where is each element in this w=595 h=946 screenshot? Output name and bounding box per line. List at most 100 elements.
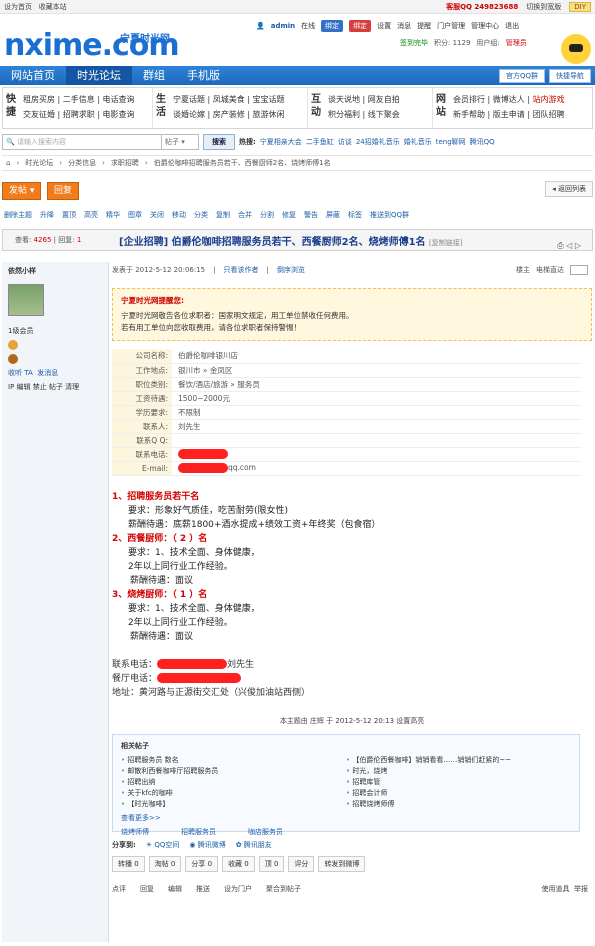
- mod-merge[interactable]: 合并: [238, 210, 252, 220]
- reminders-link[interactable]: 提醒: [417, 21, 431, 31]
- comment-link[interactable]: 点评: [112, 884, 126, 894]
- related-link[interactable]: 时光，烧烤: [346, 766, 571, 777]
- bind-weibo-button[interactable]: 绑定: [349, 20, 372, 32]
- reply-button[interactable]: 回复: [46, 181, 79, 200]
- related-link[interactable]: 【伯爵伦西餐咖啡】销销看看……销销们赶紧的~~: [346, 755, 571, 766]
- tag-link[interactable]: 招聘服务员: [181, 827, 216, 837]
- qq-group-button[interactable]: 官方QQ群: [498, 69, 545, 83]
- home-icon[interactable]: ⌂: [6, 159, 10, 167]
- diy-button[interactable]: DIY: [569, 1, 591, 12]
- prev-icon[interactable]: ◁: [566, 241, 572, 250]
- crumb-jobs[interactable]: 求职招聘: [111, 158, 139, 168]
- username-link[interactable]: admin: [271, 22, 295, 30]
- quick-row[interactable]: 谈婚论嫁 | 房产装修 | 旅游休闲: [173, 107, 285, 122]
- mod-push-qq[interactable]: 推送到QQ群: [370, 210, 409, 220]
- favorite-button[interactable]: 收藏 0: [222, 855, 255, 872]
- quick-row[interactable]: 交友征婚 | 招聘求职 | 电影查询: [23, 107, 135, 122]
- tag-link[interactable]: 烧烤师傅: [121, 827, 149, 837]
- switch-style-link[interactable]: 切换到宽版: [526, 2, 561, 12]
- share-tweibo[interactable]: ◉ 腾讯微博: [189, 840, 225, 850]
- related-link[interactable]: 招聘库管: [346, 777, 571, 788]
- quick-row[interactable]: 积分福利 | 线下聚会: [328, 107, 400, 122]
- mod-move[interactable]: 移动: [172, 210, 186, 220]
- mod-warn[interactable]: 警告: [304, 210, 318, 220]
- rate-button[interactable]: 评分: [288, 855, 315, 872]
- mod-copy[interactable]: 复制: [216, 210, 230, 220]
- hot-search-link[interactable]: 腾讯QQ: [470, 137, 495, 147]
- mod-highlight[interactable]: 高亮: [84, 210, 98, 220]
- mod-repair[interactable]: 修复: [282, 210, 296, 220]
- upvote-button[interactable]: 顶 0: [258, 855, 285, 872]
- new-post-button[interactable]: 发帖 ▾: [2, 181, 42, 200]
- crumb-forum[interactable]: 时光论坛: [25, 158, 53, 168]
- nav-home[interactable]: 网站首页: [0, 66, 66, 85]
- mod-delete[interactable]: 删除主题: [4, 210, 32, 220]
- reverse-order-link[interactable]: 倒序浏览: [277, 265, 305, 275]
- follow-link[interactable]: 收听 TA: [8, 369, 33, 377]
- admin-actions[interactable]: IP 编辑 禁止 帖子 清理: [8, 382, 102, 392]
- related-link[interactable]: 招聘烧烤师傅: [346, 799, 571, 810]
- mod-close[interactable]: 关闭: [150, 210, 164, 220]
- mod-tag[interactable]: 标签: [348, 210, 362, 220]
- portal-admin-link[interactable]: 门户管理: [437, 21, 465, 31]
- share-qzone[interactable]: ☀ QQ空间: [146, 840, 180, 850]
- avatar[interactable]: [8, 284, 44, 316]
- related-link[interactable]: 关于kfc的咖啡: [121, 788, 346, 799]
- quick-row[interactable]: 租房买房 | 二手信息 | 电话查询: [23, 92, 135, 107]
- settings-link[interactable]: 设置: [377, 21, 391, 31]
- next-icon[interactable]: ▷: [575, 241, 581, 250]
- mod-sticky[interactable]: 置顶: [62, 210, 76, 220]
- hot-search-link[interactable]: 访谈: [338, 137, 352, 147]
- related-link[interactable]: 【时光咖啡】: [121, 799, 346, 810]
- related-link[interactable]: 招聘服务员 数名: [121, 755, 346, 766]
- quick-row[interactable]: 会员排行 | 微博达人 |: [453, 95, 533, 104]
- nav-groups[interactable]: 群组: [132, 66, 176, 85]
- mod-stamp[interactable]: 图章: [128, 210, 142, 220]
- forward-weibo-button[interactable]: 转发到微博: [318, 855, 366, 872]
- quick-row[interactable]: 宁夏话题 | 凤城美食 | 宝宝话题: [173, 92, 285, 107]
- hot-search-link[interactable]: 24招婚礼音乐: [356, 137, 400, 147]
- only-author-link[interactable]: 只看该作者: [223, 265, 258, 275]
- set-portal-link[interactable]: 设为门户: [224, 884, 252, 894]
- favorite-link[interactable]: 收藏本站: [39, 3, 67, 11]
- mod-classify[interactable]: 分类: [194, 210, 208, 220]
- hot-search-link[interactable]: 婚礼音乐: [404, 137, 432, 147]
- copy-link[interactable]: [复制链接]: [429, 239, 462, 247]
- print-icon[interactable]: ⎙: [557, 241, 563, 250]
- nav-forum[interactable]: 时光论坛: [66, 66, 132, 85]
- search-input[interactable]: 🔍 请输入搜索内容: [2, 134, 162, 150]
- hot-search-link[interactable]: 二手鱼缸: [306, 137, 334, 147]
- repost-button[interactable]: 转播 0: [112, 855, 145, 872]
- reply-link[interactable]: 回复: [140, 884, 154, 894]
- mod-bump[interactable]: 升降: [40, 210, 54, 220]
- author-level[interactable]: 1级会员: [8, 326, 102, 336]
- quick-row[interactable]: 谈天说地 | 网友自拍: [328, 92, 400, 107]
- user-group[interactable]: 管理员: [506, 38, 527, 48]
- signin-status[interactable]: 签到完毕: [400, 38, 428, 48]
- collect-button[interactable]: 淘帖 0: [148, 855, 182, 872]
- related-link[interactable]: 邮散利西餐咖啡厅招聘服务员: [121, 766, 346, 777]
- hot-search-link[interactable]: 宁夏相亲大会: [260, 137, 302, 147]
- mod-split[interactable]: 分割: [260, 210, 274, 220]
- search-type-select[interactable]: 帖子 ▾: [161, 134, 199, 150]
- jump-input[interactable]: [570, 265, 588, 275]
- tools-link[interactable]: 使用道具: [542, 885, 570, 893]
- message-link[interactable]: 发消息: [37, 369, 58, 377]
- quick-nav-button[interactable]: 快捷导航: [549, 69, 591, 83]
- hot-search-link[interactable]: teng聊网: [436, 137, 466, 147]
- report-link[interactable]: 举报: [574, 885, 588, 893]
- push-link[interactable]: 推送: [196, 884, 210, 894]
- share-button[interactable]: 分享 0: [185, 855, 219, 872]
- messages-link[interactable]: 消息: [397, 21, 411, 31]
- set-home-link[interactable]: 设为首页: [4, 3, 32, 11]
- mod-digest[interactable]: 精华: [106, 210, 120, 220]
- mod-block[interactable]: 屏蔽: [326, 210, 340, 220]
- back-to-list-button[interactable]: ◂ 返回列表: [545, 181, 593, 197]
- admin-center-link[interactable]: 管理中心: [471, 21, 499, 31]
- nav-mobile[interactable]: 手机版: [176, 66, 231, 85]
- quick-row[interactable]: 新手帮助 | 版主申请 | 团队招聘: [453, 107, 565, 122]
- site-games-link[interactable]: 站内游戏: [533, 95, 565, 104]
- share-tfriend[interactable]: ✿ 腾讯朋友: [236, 840, 272, 850]
- related-link[interactable]: 招聘会计师: [346, 788, 571, 799]
- bind-qq-button[interactable]: 绑定: [321, 20, 344, 32]
